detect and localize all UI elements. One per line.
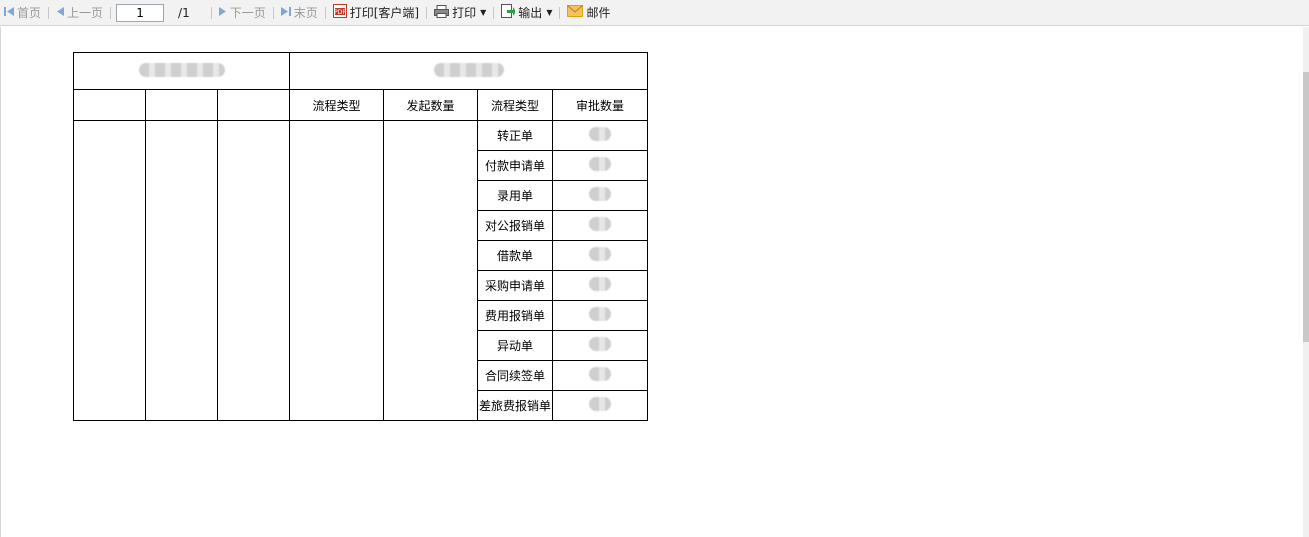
title-cell-left (73, 52, 290, 90)
toolbar-divider (48, 6, 50, 19)
redacted-value (589, 247, 611, 261)
report-toolbar: 首页 上一页 /1 下一页 末页 PDF 打印[客户端] 打印 ▼ (0, 0, 1309, 26)
redacted-value (589, 217, 611, 231)
redacted-value (589, 337, 611, 351)
prev-page-icon (56, 6, 65, 20)
toolbar-divider (110, 6, 112, 19)
mail-button[interactable]: 邮件 (563, 2, 614, 24)
prev-page-label: 上一页 (67, 6, 104, 20)
first-page-label: 首页 (17, 6, 42, 20)
printer-icon (434, 4, 450, 21)
pdf-print-icon: PDF (332, 4, 347, 21)
last-page-icon (280, 6, 291, 20)
redacted-value (589, 307, 611, 321)
flow-type-cell (289, 120, 384, 421)
approval-count-cell (552, 120, 648, 151)
flow-type-name: 采购申请单 (477, 270, 553, 301)
flow-type-name: 借款单 (477, 240, 553, 271)
next-page-label: 下一页 (229, 6, 266, 20)
initiated-count-cell (383, 120, 478, 421)
flow-type-name: 录用单 (477, 180, 553, 211)
toolbar-divider (426, 6, 428, 19)
approval-count-cell (552, 330, 648, 361)
redacted-title (433, 62, 504, 77)
page-total: /1 (178, 5, 190, 20)
prev-page-button[interactable]: 上一页 (52, 2, 107, 24)
redacted-value (589, 277, 611, 291)
flow-type-name: 合同续签单 (477, 360, 553, 391)
flow-type-name: 转正单 (477, 120, 553, 151)
scrollbar-thumb[interactable] (1303, 72, 1309, 342)
toolbar-divider (559, 6, 561, 19)
toolbar-divider (210, 6, 212, 19)
approval-count-cell (552, 300, 648, 331)
last-page-label: 末页 (293, 6, 318, 20)
title-row (73, 52, 648, 90)
approval-count-cell (552, 180, 648, 211)
next-page-icon (218, 6, 227, 20)
header-cell-empty (217, 89, 290, 121)
chevron-down-icon: ▼ (546, 8, 553, 17)
flow-type-name: 差旅费报销单 (477, 390, 553, 421)
print-button[interactable]: 打印 ▼ (430, 2, 490, 24)
header-cell-empty (73, 89, 146, 121)
page-number-input[interactable] (116, 3, 165, 22)
redacted-value (589, 367, 611, 381)
flow-type-name: 费用报销单 (477, 300, 553, 331)
vertical-scrollbar[interactable] (1303, 27, 1309, 537)
redacted-title (138, 62, 225, 77)
header-approval-count: 审批数量 (552, 89, 648, 121)
export-icon (501, 4, 517, 21)
data-cell-empty (73, 120, 146, 421)
redacted-value (589, 127, 611, 141)
print-label: 打印 (452, 6, 477, 20)
header-cell-empty (145, 89, 218, 121)
approval-count-cell (552, 210, 648, 241)
last-page-button[interactable]: 末页 (277, 2, 322, 24)
report-table: 流程类型 发起数量 流程类型 审批数量 转正单 付款申请单 录用单 对公报销单 … (73, 52, 648, 421)
svg-text:PDF: PDF (334, 9, 346, 16)
first-page-icon (4, 6, 14, 20)
flow-type-name: 对公报销单 (477, 210, 553, 241)
next-page-button[interactable]: 下一页 (215, 2, 270, 24)
redacted-value (589, 157, 611, 171)
header-row: 流程类型 发起数量 流程类型 审批数量 (73, 89, 648, 121)
flow-type-name: 付款申请单 (477, 150, 553, 181)
first-page-button[interactable]: 首页 (0, 2, 45, 24)
toolbar-divider (493, 6, 495, 19)
approval-count-cell (552, 360, 648, 391)
flow-type-name: 异动单 (477, 330, 553, 361)
chevron-down-icon: ▼ (480, 8, 487, 17)
data-cell-empty (217, 120, 290, 421)
toolbar-divider (272, 6, 274, 19)
table-row: 转正单 (73, 120, 648, 421)
header-flow-type: 流程类型 (289, 89, 384, 121)
approval-count-cell (552, 240, 648, 271)
approval-count-cell (552, 150, 648, 181)
print-client-button[interactable]: PDF 打印[客户端] (329, 2, 423, 24)
mail-label: 邮件 (586, 6, 611, 20)
export-label: 输出 (518, 6, 543, 20)
approval-count-cell (552, 390, 648, 421)
data-cell-empty (145, 120, 218, 421)
redacted-value (589, 397, 611, 411)
mail-icon (567, 5, 584, 20)
export-button[interactable]: 输出 ▼ (497, 2, 556, 24)
toolbar-divider (324, 6, 326, 19)
print-client-label: 打印[客户端] (349, 6, 420, 20)
header-initiated-count: 发起数量 (383, 89, 478, 121)
header-flow-type-2: 流程类型 (477, 89, 553, 121)
title-cell-right (289, 52, 648, 90)
redacted-value (589, 187, 611, 201)
approval-count-cell (552, 270, 648, 301)
